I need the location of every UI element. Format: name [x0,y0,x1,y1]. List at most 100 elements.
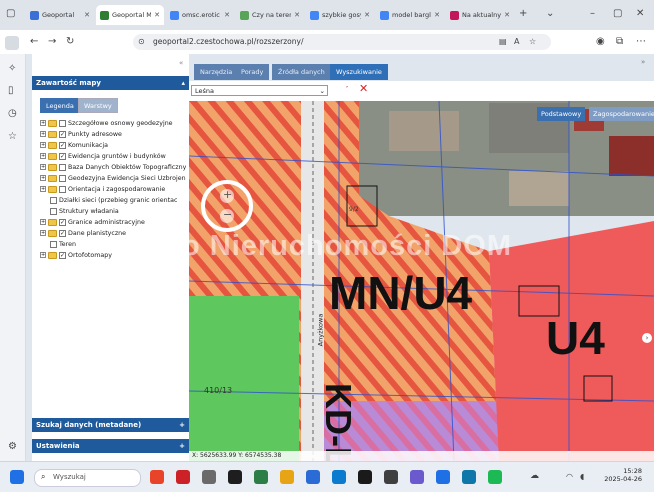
reload-icon[interactable]: ↻ [66,37,74,47]
taskbar-search[interactable]: ⌕ Wyszukaj [34,469,141,487]
layer-tree-item[interactable]: + ✓ Komunikacja [40,140,108,150]
layer-checkbox[interactable]: ✓ [59,141,66,149]
map-side-handle-icon[interactable]: › [642,333,652,343]
forward-icon[interactable]: → [48,37,56,47]
menu-icon[interactable]: ⋯ [636,37,646,47]
layer-checkbox[interactable] [50,196,57,204]
browser-tab[interactable]: omsc.erotic nous✕ [166,5,234,25]
expand-node-icon[interactable]: + [40,164,46,170]
tab-legenda[interactable]: Legenda [40,98,80,113]
layer-tree-item[interactable]: + ✓ Punkty adresowe [40,129,122,139]
taskbar-app-icon[interactable] [410,470,424,484]
layer-checkbox[interactable]: ✓ [59,152,66,160]
taskbar-app-icon[interactable] [436,470,450,484]
map-panel-collapse-icon[interactable]: » [641,57,645,67]
layer-tree-item[interactable]: + ✓ Ortofotomapy [40,250,112,260]
close-tab-icon[interactable]: ✕ [224,11,230,19]
weather-icon[interactable]: ☁ [530,471,539,481]
expand-node-icon[interactable]: + [40,230,46,236]
settings-bar[interactable]: Ustawienia + [32,439,189,453]
expand-node-icon[interactable]: + [40,252,46,258]
layer-checkbox[interactable]: ✓ [59,229,66,237]
layer-checkbox[interactable] [59,185,66,193]
layer-checkbox[interactable] [59,163,66,171]
favorites-icon[interactable]: ☆ [8,132,17,142]
reader-icon[interactable]: ▤ [499,37,507,47]
expand-node-icon[interactable]: + [40,120,46,126]
layer-tree-item[interactable]: + ✓ Granice administracyjne [40,217,145,227]
layer-checkbox[interactable]: ✓ [59,251,66,259]
taskbar-app-icon[interactable] [358,470,372,484]
minimize-icon[interactable]: – [590,9,595,19]
close-tab-icon[interactable]: ✕ [154,11,160,19]
search-metadata-bar[interactable]: Szukaj danych (metadane) + [32,418,189,432]
browser-tab[interactable]: Geoportal ✕ [26,5,94,25]
network-icon[interactable]: ◠ [566,472,573,482]
expand-node-icon[interactable]: + [40,153,46,159]
layer-checkbox[interactable] [59,174,66,182]
expand-node-icon[interactable]: + [40,186,46,192]
close-tab-icon[interactable]: ✕ [294,11,300,19]
clear-search-icon[interactable]: ✕ [359,83,368,94]
extensions-icon[interactable]: ⧉ [616,37,623,47]
taskbar-app-icon[interactable] [462,470,476,484]
taskbar-app-icon[interactable] [306,470,320,484]
layer-checkbox[interactable] [50,240,57,248]
layer-tree-item[interactable]: + ✓ Ewidencja gruntów i budynków [40,151,166,161]
start-icon[interactable] [10,470,24,484]
sidebar-toggle-icon[interactable] [5,36,19,50]
browser-tab[interactable]: model bargla - 5✕ [376,5,444,25]
reading-list-icon[interactable]: ▯ [8,86,14,96]
taskbar-app-icon[interactable] [176,470,190,484]
layer-tree-item[interactable]: Struktury władania [50,206,119,216]
collapse-arrow-icon[interactable]: ▴ [181,76,185,90]
expand-node-icon[interactable]: + [40,175,46,181]
close-tab-icon[interactable]: ✕ [364,11,370,19]
tab-narzedzia[interactable]: Narzędzia [194,64,239,80]
taskbar-app-icon[interactable] [384,470,398,484]
url-field[interactable]: ⊙ geoportal2.czestochowa.pl/rozszerzony/… [133,34,551,50]
expand-icon[interactable]: + [179,418,185,432]
layer-tree-item[interactable]: + Orientacja i zagospodarowanie [40,184,165,194]
close-tab-icon[interactable]: ✕ [504,11,510,19]
layer-tree-item[interactable]: Działki sieci (przebieg granic orientacy… [50,195,177,205]
expand-node-icon[interactable]: + [40,131,46,137]
pin-icon[interactable]: ᾿ [345,85,349,95]
tab-zrodla-danych[interactable]: Źródła danych [272,64,331,80]
expand-node-icon[interactable]: + [40,142,46,148]
layer-checkbox[interactable] [50,207,57,215]
panel-collapse-icon[interactable]: « [179,58,183,68]
tab-wyszukiwanie[interactable]: Wyszukiwanie [330,64,388,80]
tab-list-icon[interactable]: ⌄ [546,9,554,19]
layer-checkbox[interactable]: ✓ [59,218,66,226]
translate-icon[interactable]: A [514,37,519,47]
profile-icon[interactable]: ◉ [596,37,605,47]
browser-tab[interactable]: Na aktualny wysoka✕ [446,5,514,25]
zoom-in-icon[interactable]: + [223,189,232,200]
taskbar-app-icon[interactable] [332,470,346,484]
tab-actions-icon[interactable]: ▢ [6,9,15,19]
site-info-icon[interactable]: ⊙ [138,37,145,47]
browser-tab[interactable]: szybkie gosystac✕ [306,5,374,25]
tab-porady[interactable]: Porady [235,64,270,80]
history-icon[interactable]: ◷ [8,109,17,119]
clock[interactable]: 15:28 2025-04-26 [602,467,642,483]
tab-warstwy[interactable]: Warstwy [78,98,118,113]
close-window-icon[interactable]: ✕ [636,9,644,19]
layer-tree-item[interactable]: + Baza Danych Obiektów Topograficznych [40,162,186,172]
layer-tree-item[interactable]: + ✓ Dane planistyczne [40,228,126,238]
volume-icon[interactable]: ◖ [580,472,584,482]
panel-title-bar[interactable]: Zawartość mapy ▴ [32,76,189,90]
favorite-star-icon[interactable]: ☆ [529,37,536,47]
expand-icon[interactable]: + [179,439,185,453]
layer-tree-item[interactable]: + Geodezyjna Ewidencja Sieci Uzbrojenia [40,173,186,183]
browser-tab[interactable]: Czy na terenie po✕ [236,5,304,25]
zoning-button[interactable]: Zagospodarowanie [589,107,654,121]
zoom-out-icon[interactable]: − [223,209,232,220]
layer-checkbox[interactable]: ✓ [59,130,66,138]
new-tab-icon[interactable]: + [519,9,527,19]
back-icon[interactable]: ← [30,37,38,47]
layer-tree-item[interactable]: + Szczegółowe osnowy geodezyjne [40,118,173,128]
taskbar-app-icon[interactable] [280,470,294,484]
taskbar-app-icon[interactable] [254,470,268,484]
